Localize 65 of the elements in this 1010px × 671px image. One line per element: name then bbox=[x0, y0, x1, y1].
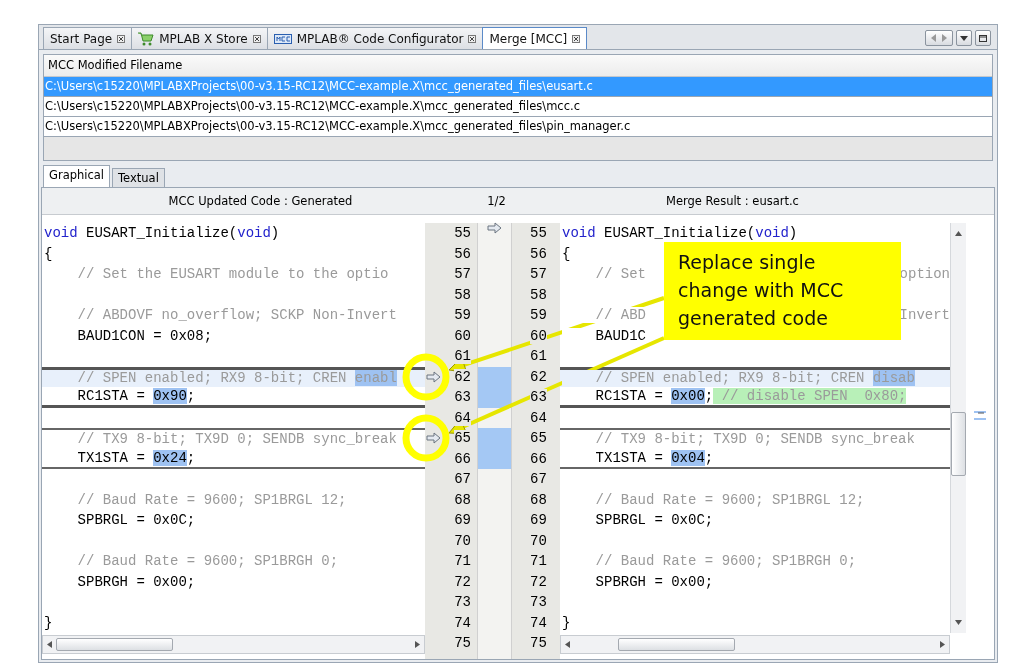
overview-marks-icon bbox=[974, 411, 986, 421]
code-text: // Baud Rate = 9600; SP1BRGH 0; bbox=[76, 553, 339, 570]
line-number: 61 bbox=[454, 348, 471, 365]
highlight-circle bbox=[402, 414, 450, 462]
code-text: BAUD1CON = 0x08; bbox=[76, 327, 213, 344]
close-icon[interactable] bbox=[117, 34, 126, 43]
view-tab[interactable]: Graphical bbox=[43, 165, 111, 187]
code-text: } bbox=[562, 614, 571, 631]
code-text: { bbox=[562, 245, 571, 262]
editor-tab[interactable]: Start Page bbox=[43, 27, 133, 49]
close-icon[interactable] bbox=[468, 34, 477, 43]
code-text: // SPEN enabled; RX9 8-bit; CREN disab bbox=[562, 370, 915, 387]
code-text: // Set the EUSART module to the optio bbox=[76, 266, 389, 283]
line-number: 60 bbox=[530, 327, 547, 344]
column-header: MCC Modified Filename bbox=[44, 55, 992, 77]
difference-counter: 1/2 bbox=[487, 194, 506, 208]
code-text: BAUD1C bbox=[562, 327, 646, 344]
dropdown-icon bbox=[960, 35, 968, 41]
code-text: { bbox=[44, 245, 53, 262]
merge-arrow-icon[interactable] bbox=[426, 432, 442, 444]
pane-title: MCC Updated Code : Generated bbox=[168, 194, 353, 208]
scroll-left-icon[interactable] bbox=[47, 641, 52, 648]
pane-title: Merge Result : eusart.c bbox=[666, 194, 799, 208]
maximize-icon bbox=[979, 34, 987, 42]
scroll-thumb[interactable] bbox=[56, 638, 173, 651]
file-row[interactable]: C:\Users\c15220\MPLABXProjects\00-v3.15-RC12\MCC-example.X\mcc_generated_files\pin_manager.c bbox=[44, 117, 992, 137]
close-icon[interactable] bbox=[252, 34, 261, 43]
horizontal-scrollbar[interactable] bbox=[560, 635, 950, 654]
scroll-right-icon[interactable] bbox=[940, 641, 945, 648]
configurator-logo-icon bbox=[273, 33, 292, 44]
scroll-up-icon[interactable] bbox=[955, 231, 962, 236]
scroll-left-icon[interactable] bbox=[565, 641, 570, 648]
highlight-circle bbox=[402, 353, 450, 401]
next-difference-icon[interactable] bbox=[487, 222, 503, 234]
view-tab[interactable]: Textual bbox=[112, 168, 165, 187]
vertical-scrollbar[interactable] bbox=[950, 223, 966, 633]
scroll-down-icon[interactable] bbox=[955, 620, 962, 625]
editor-tab[interactable]: MPLAB® Code Configurator bbox=[266, 27, 484, 49]
code-text: SPBRGH = 0x00; bbox=[76, 573, 196, 590]
scroll-thumb[interactable] bbox=[951, 412, 966, 476]
code-text: // ABDOVF no_overflow; SCKP Non-Invert bbox=[76, 307, 397, 324]
code-text: // TX9 8-bit; TX9D 0; SENDB sync_break bbox=[76, 431, 397, 448]
code-text: // SPEN enabled; RX9 8-bit; CREN enabl bbox=[76, 370, 397, 387]
code-text: SPBRGL = 0x0C; bbox=[76, 512, 196, 529]
cart-icon bbox=[138, 31, 155, 46]
close-icon[interactable] bbox=[572, 34, 581, 43]
scroll-thumb[interactable] bbox=[618, 638, 735, 651]
left-right-arrows-icon bbox=[930, 34, 948, 42]
callout-note: Replace single change with MCC generated code bbox=[664, 242, 901, 340]
editor-tab[interactable]: MPLAB X Store bbox=[131, 27, 268, 49]
code-text: // Baud Rate = 9600; SP1BRGL 12; bbox=[76, 491, 347, 508]
code-text: RC1STA = 0x90; bbox=[76, 387, 196, 404]
file-row[interactable]: C:\Users\c15220\MPLABXProjects\00-v3.15-RC12\MCC-example.X\mcc_generated_files\mcc.c bbox=[44, 97, 992, 117]
tab-list-button[interactable] bbox=[956, 30, 972, 46]
maximize-button[interactable] bbox=[975, 30, 991, 46]
horizontal-scrollbar[interactable] bbox=[42, 635, 425, 654]
code-text: } bbox=[44, 614, 53, 631]
code-text: option bbox=[899, 266, 950, 283]
code-text: TX1STA = 0x24; bbox=[76, 449, 196, 466]
editor-tab[interactable]: Merge [MCC] bbox=[482, 27, 588, 49]
code-text: void EUSART_Initialize(void) bbox=[44, 225, 280, 242]
merge-arrow-icon[interactable] bbox=[426, 370, 442, 383]
scroll-right-icon[interactable] bbox=[415, 641, 420, 648]
line-number: 64 bbox=[454, 409, 471, 426]
code-text: void EUSART_Initialize(void) bbox=[562, 225, 798, 242]
